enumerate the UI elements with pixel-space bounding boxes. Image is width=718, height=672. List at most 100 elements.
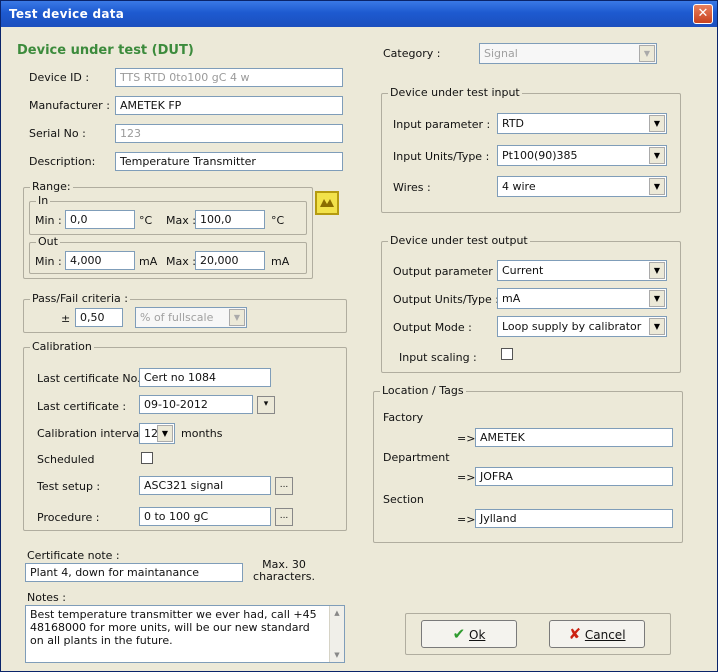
window-title: Test device data [9,7,125,21]
procedure-browse-button[interactable]: ... [275,508,293,526]
in-min-unit: °C [139,214,153,227]
cross-icon: ✘ [568,625,582,643]
dut-heading: Device under test (DUT) [17,43,194,58]
last-cert-label: Last certificate : [37,400,127,413]
chevron-down-icon: ▼ [649,262,665,279]
output-units-value: mA [502,292,521,305]
last-cert-date-field[interactable]: 09-10-2012 [139,395,253,414]
serial-field[interactable]: 123 [115,124,343,143]
input-scaling-label: Input scaling : [399,351,477,364]
category-select[interactable]: Signal ▼ [479,43,657,64]
chevron-down-icon: ▼ [649,147,665,164]
cert-note-label: Certificate note : [27,549,120,562]
interval-label: Calibration interval : [37,427,150,440]
test-setup-browse-button[interactable]: ... [275,477,293,495]
in-min-field[interactable]: 0,0 [65,210,135,229]
input-param-select[interactable]: RTD ▼ [497,113,667,134]
section-arrow: => [457,513,476,526]
in-max-label: Max : [166,214,196,227]
notes-textarea[interactable]: Best temperature transmitter we ever had… [25,605,345,663]
notes-text: Best temperature transmitter we ever had… [30,608,317,647]
dut-output-label: Device under test output [388,234,530,247]
category-value: Signal [484,47,518,60]
test-setup-label: Test setup : [37,480,101,493]
cancel-button-label: Cancel [584,628,626,642]
scheduled-checkbox[interactable] [141,452,153,464]
test-setup-field[interactable]: ASC321 signal [139,476,271,495]
passfail-mode-value: % of fullscale [140,311,214,324]
factory-arrow: => [457,432,476,445]
in-max-field[interactable]: 100,0 [195,210,265,229]
close-button[interactable]: ✕ [693,4,713,24]
out-min-unit: mA [139,255,158,268]
date-picker-button[interactable]: ▾ [257,396,275,414]
interval-value: 12 [144,427,158,440]
output-param-select[interactable]: Current ▼ [497,260,667,281]
procedure-label: Procedure : [37,511,100,524]
category-label: Category : [383,47,441,60]
range-out-label: Out [36,235,60,248]
interval-select[interactable]: 12 ▼ [139,423,175,444]
department-arrow: => [457,471,476,484]
in-max-unit: °C [271,214,285,227]
input-param-label: Input parameter : [393,118,491,131]
section-field[interactable]: Jylland [475,509,673,528]
chevron-down-icon: ▼ [229,309,245,326]
department-field[interactable]: JOFRA [475,467,673,486]
in-min-label: Min : [35,214,62,227]
procedure-field[interactable]: 0 to 100 gC [139,507,271,526]
out-max-field[interactable]: 20,000 [195,251,265,270]
ok-button[interactable]: ✔ Ok [421,620,517,648]
passfail-operator: ± [61,312,71,325]
output-mode-select[interactable]: Loop supply by calibrator ▼ [497,316,667,337]
device-id-field[interactable]: TTS RTD 0to100 gC 4 w [115,68,343,87]
range-in-label: In [36,194,51,207]
output-mode-value: Loop supply by calibrator [502,320,642,333]
interval-unit: months [181,427,223,440]
notes-scrollbar[interactable]: ▲ ▼ [329,606,344,662]
title-bar: Test device data ✕ [1,1,717,27]
input-param-value: RTD [502,117,525,130]
passfail-value-field[interactable]: 0,50 [75,308,123,327]
chevron-down-icon: ▼ [639,45,655,62]
test-device-dialog: Test device data ✕ Device under test (DU… [0,0,718,672]
cert-note-field[interactable]: Plant 4, down for maintanance [25,563,243,582]
notes-label: Notes : [27,591,66,604]
range-wizard-icon[interactable] [315,191,339,215]
range-label: Range: [30,180,73,193]
chevron-down-icon: ▼ [649,115,665,132]
last-cert-no-field[interactable]: Cert no 1084 [139,368,271,387]
description-field[interactable]: Temperature Transmitter [115,152,343,171]
manufacturer-label: Manufacturer : [29,99,110,112]
output-units-select[interactable]: mA ▼ [497,288,667,309]
output-mode-label: Output Mode : [393,321,472,334]
input-scaling-checkbox[interactable] [501,348,513,360]
chevron-down-icon: ▼ [649,318,665,335]
last-cert-no-label: Last certificate No. : [37,372,148,385]
location-label: Location / Tags [380,384,466,397]
chevron-down-icon: ▼ [649,178,665,195]
input-units-select[interactable]: Pt100(90)385 ▼ [497,145,667,166]
input-units-value: Pt100(90)385 [502,149,578,162]
output-param-value: Current [502,264,544,277]
out-max-label: Max : [166,255,196,268]
wires-select[interactable]: 4 wire ▼ [497,176,667,197]
ok-button-label: Ok [469,628,486,642]
manufacturer-field[interactable]: AMETEK FP [115,96,343,115]
passfail-mode-select[interactable]: % of fullscale ▼ [135,307,247,328]
chevron-down-icon: ▼ [157,425,173,442]
scroll-down-icon[interactable]: ▼ [330,648,344,662]
chevron-down-icon: ▼ [649,290,665,307]
dut-input-label: Device under test input [388,86,522,99]
section-label: Section [383,493,424,506]
out-min-field[interactable]: 4,000 [65,251,135,270]
factory-field[interactable]: AMETEK [475,428,673,447]
out-max-unit: mA [271,255,290,268]
output-units-label: Output Units/Type : [393,293,500,306]
wires-label: Wires : [393,181,431,194]
department-label: Department [383,451,450,464]
cancel-button[interactable]: ✘ Cancel [549,620,645,648]
description-label: Description: [29,155,96,168]
wires-value: 4 wire [502,180,536,193]
scroll-up-icon[interactable]: ▲ [330,606,344,620]
